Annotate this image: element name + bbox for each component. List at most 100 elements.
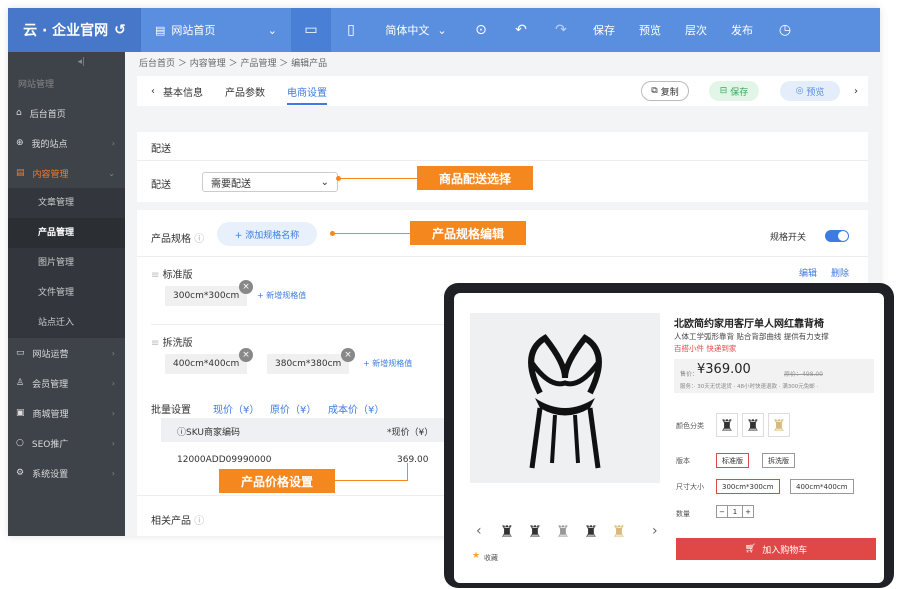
sidebar-item-members[interactable]: ♙ 会员管理 ›: [8, 368, 125, 398]
favorite-label[interactable]: 收藏: [484, 553, 498, 563]
thumbnail-chair-black[interactable]: ♜: [582, 521, 600, 541]
collapse-icon[interactable]: ◂|: [8, 52, 125, 72]
tab-params[interactable]: 产品参数: [225, 84, 265, 99]
sidebar-item-settings[interactable]: ⚙ 系统设置 ›: [8, 458, 125, 488]
delivery-select[interactable]: 需要配送 ⌄: [202, 172, 338, 192]
add-spec-button[interactable]: + 添加规格名称: [217, 222, 317, 246]
spec-value-chip[interactable]: 300cm*300cm: [165, 286, 248, 306]
chevron-left-icon[interactable]: ‹: [476, 523, 482, 539]
batch-cost-link[interactable]: 成本价（¥）: [328, 401, 384, 416]
spec-group-washable: ≡ 拆洗版: [151, 334, 193, 349]
more-icon[interactable]: ⊙: [461, 8, 501, 52]
sidebar-item-content[interactable]: ▤ 内容管理 ⌄: [8, 158, 125, 188]
thumbnail-chair-wood[interactable]: ♜: [610, 521, 628, 541]
chevron-right-icon[interactable]: ›: [652, 523, 658, 539]
redo-icon[interactable]: ↷: [541, 8, 581, 52]
sidebar-sub-products[interactable]: 产品管理: [8, 218, 125, 248]
copy-button[interactable]: ⧉ 复制: [641, 81, 689, 101]
preview-button[interactable]: 预览: [627, 8, 673, 52]
add-to-cart-label: 加入购物车: [762, 545, 808, 556]
product-subtitle: 人体工学弧形靠背 贴合背部曲线 提供有力支撑: [674, 332, 829, 341]
chevron-right-icon: ›: [111, 378, 115, 388]
add-to-cart-button[interactable]: 🛒︎ 加入购物车: [676, 538, 876, 560]
color-option-black-wood[interactable]: ♜: [742, 413, 764, 437]
undo-icon[interactable]: ↶: [501, 8, 541, 52]
preview-button[interactable]: ◎ 预览: [780, 81, 840, 101]
sidebar-sub-images[interactable]: 图片管理: [8, 248, 125, 278]
chevron-right-icon: ›: [111, 438, 115, 448]
product-preview-device: ‹ ♜ ♜ ♜ ♜ ♜ › ★ 收藏 北欧简约家用客厅单人网红靠背椅 人体工学弧…: [444, 283, 894, 588]
annotation-line: [334, 233, 410, 234]
spec-group-standard: ≡ 标准版: [151, 266, 193, 281]
chair-image: [528, 334, 602, 469]
spec-switch-label: 规格开关: [770, 233, 807, 243]
remove-icon[interactable]: ×: [341, 348, 355, 362]
sidebar-item-label: SEO推广: [31, 439, 69, 450]
chevron-right-icon[interactable]: ›: [854, 86, 858, 97]
spec-toggle[interactable]: [825, 230, 849, 242]
size-option-300[interactable]: 300cm*300cm: [716, 479, 780, 494]
spec-value-chip[interactable]: 380cm*380cm: [267, 354, 350, 374]
publish-button[interactable]: 发布: [719, 8, 765, 52]
color-label: 颜色分类: [676, 422, 704, 430]
sidebar-item-sites[interactable]: ⊕ 我的站点 ›: [8, 128, 125, 158]
sidebar-item-seo[interactable]: ○ SEO推广 ›: [8, 428, 125, 458]
version-option-standard[interactable]: 标准版: [716, 453, 749, 468]
layers-button[interactable]: 层次: [673, 8, 719, 52]
thumbnail-chair-gray[interactable]: ♜: [554, 521, 572, 541]
back-icon[interactable]: ↺: [114, 22, 126, 38]
delivery-annotation: 商品配送选择: [417, 166, 533, 190]
drag-handle-icon[interactable]: ≡: [151, 338, 159, 349]
related-products-label: 相关产品 ⓘ: [151, 512, 204, 527]
delete-link[interactable]: 删除: [831, 266, 849, 279]
batch-price-link[interactable]: 现价（¥）: [213, 401, 259, 416]
edit-link[interactable]: 编辑: [799, 266, 817, 279]
page-selector[interactable]: ▤ 网站首页 ⌄: [141, 8, 291, 52]
chevron-left-icon[interactable]: ‹: [151, 86, 155, 97]
history-icon[interactable]: ◷: [765, 8, 805, 52]
quantity-stepper[interactable]: − 1 +: [716, 505, 754, 518]
price-annotation: 产品价格设置: [219, 469, 335, 493]
save-button[interactable]: ⊟ 保存: [709, 81, 759, 101]
batch-original-link[interactable]: 原价（¥）: [270, 401, 316, 416]
remove-icon[interactable]: ×: [239, 280, 253, 294]
price-cell[interactable]: 369.00: [397, 455, 429, 465]
tab-basic-info[interactable]: 基本信息: [163, 84, 203, 99]
color-option-black[interactable]: ♜: [716, 413, 738, 437]
plus-button[interactable]: +: [742, 505, 754, 518]
chevron-down-icon: ⌄: [437, 23, 447, 37]
tab-ecommerce[interactable]: 电商设置: [287, 84, 327, 105]
sidebar-item-operations[interactable]: ▭ 网站运营 ›: [8, 338, 125, 368]
sidebar-sub-articles[interactable]: 文章管理: [8, 188, 125, 218]
desktop-icon[interactable]: ▭: [291, 8, 331, 52]
minus-button[interactable]: −: [716, 505, 728, 518]
sidebar-item-label: 内容管理: [32, 169, 69, 180]
language-label: 简体中文: [385, 24, 430, 37]
sidebar-item-shop[interactable]: ▣ 商城管理 ›: [8, 398, 125, 428]
product-price: ¥369.00: [697, 362, 751, 377]
size-option-400[interactable]: 400cm*400cm: [790, 479, 854, 494]
quantity-value[interactable]: 1: [728, 505, 742, 518]
thumbnail-chair-black[interactable]: ♜: [498, 521, 516, 541]
spec-value-chip[interactable]: 400cm*400cm: [165, 354, 248, 374]
add-spec-value-link[interactable]: + 新增规格值: [257, 290, 306, 301]
sidebar-sub-files[interactable]: 文件管理: [8, 278, 125, 308]
version-option-washable[interactable]: 拆洗版: [762, 453, 795, 468]
star-icon[interactable]: ★: [472, 551, 480, 561]
quantity-label: 数量: [676, 510, 690, 518]
save-button[interactable]: 保存: [581, 8, 627, 52]
remove-icon[interactable]: ×: [239, 348, 253, 362]
language-selector[interactable]: 简体中文 ⌄: [371, 22, 461, 38]
thumbnail-chair-black[interactable]: ♜: [526, 521, 544, 541]
mobile-icon[interactable]: ▯: [331, 8, 371, 52]
chevron-down-icon: ⌄: [320, 176, 329, 188]
sidebar-item-label: 我的站点: [31, 139, 68, 150]
sku-code-header: ⓘSKU商家编码: [177, 428, 240, 438]
sidebar-sub-migrate[interactable]: 站点迁入: [8, 308, 125, 338]
color-option-wood[interactable]: ♜: [768, 413, 790, 437]
drag-handle-icon[interactable]: ≡: [151, 270, 159, 281]
sidebar-item-home[interactable]: ⌂ 后台首页: [8, 98, 125, 128]
related-label-text: 相关产品: [151, 516, 191, 527]
price-label: 售价：: [680, 371, 699, 378]
add-spec-value-link[interactable]: + 新增规格值: [363, 358, 412, 369]
